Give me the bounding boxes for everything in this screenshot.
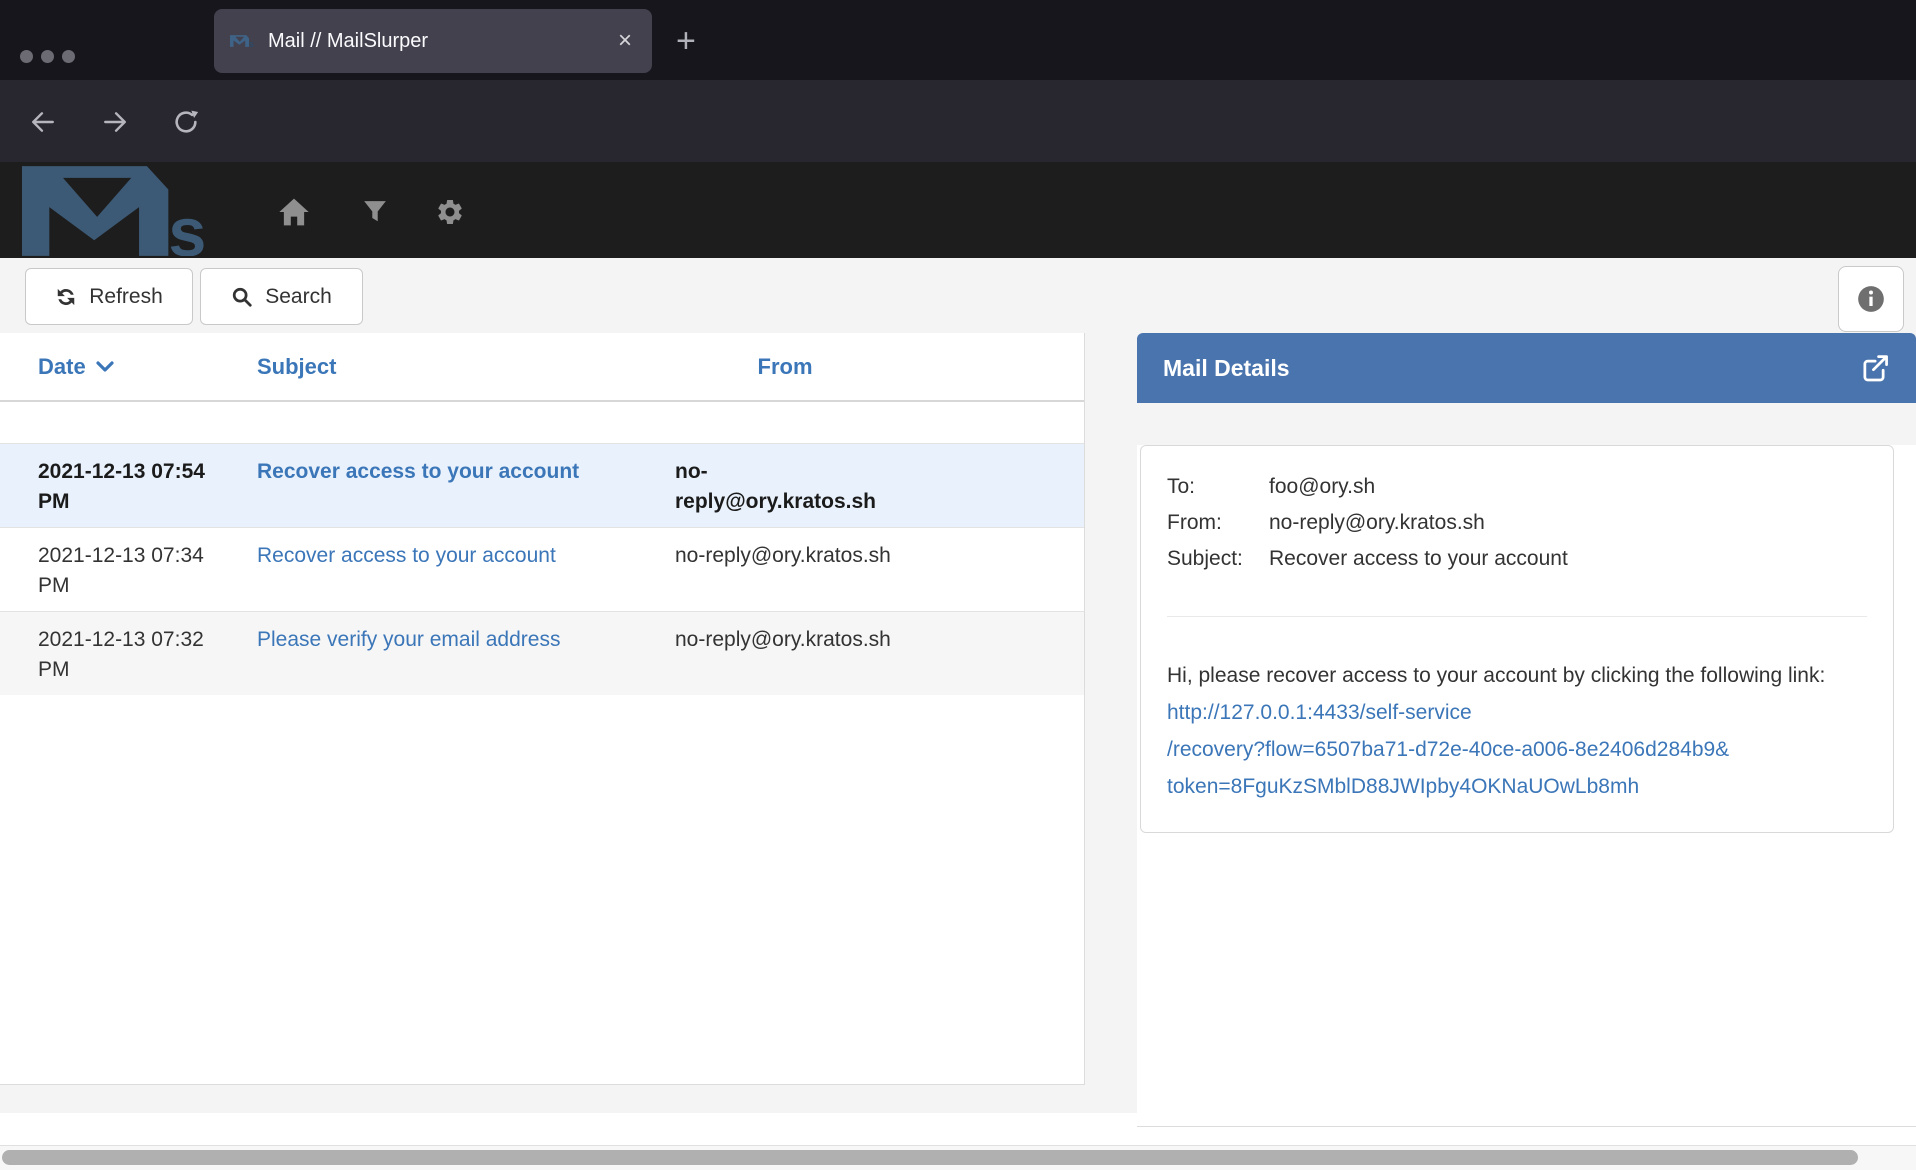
recovery-link-line: token=8FguKzSMblD88JWIpby4OKNaUOwLb8mh bbox=[1167, 775, 1639, 798]
column-header-subject[interactable]: Subject bbox=[257, 354, 675, 380]
mail-row-date: 2021-12-13 07:34 PM bbox=[0, 528, 257, 611]
back-icon[interactable] bbox=[25, 104, 61, 140]
mail-row-subject-link[interactable]: Recover access to your account bbox=[257, 528, 675, 611]
main-content: Date Subject From 2021-12-13 07:54 PM Re… bbox=[0, 333, 1916, 1113]
column-header-date-label: Date bbox=[38, 354, 86, 380]
search-button-label: Search bbox=[265, 285, 332, 309]
card-divider bbox=[1167, 616, 1867, 617]
recovery-link[interactable]: http://127.0.0.1:4433/self-service/recov… bbox=[1167, 701, 1729, 798]
mail-row-subject-link[interactable]: Please verify your email address bbox=[257, 612, 675, 695]
mail-row-subject-link[interactable]: Recover access to your account bbox=[257, 444, 675, 527]
tab-favicon-icon: s bbox=[230, 31, 256, 51]
window-dot-icon bbox=[62, 50, 75, 63]
mail-row[interactable]: 2021-12-13 07:32 PM Please verify your e… bbox=[0, 611, 1084, 695]
mail-details-panel: Mail Details To: foo@ory.sh From: no-rep… bbox=[1137, 333, 1916, 1085]
mail-row[interactable]: 2021-12-13 07:54 PM Recover access to yo… bbox=[0, 443, 1084, 527]
browser-nav-toolbar: 127.0.0.1:4436/# 90% ☆ » bbox=[0, 80, 1916, 162]
filter-icon[interactable] bbox=[355, 194, 395, 230]
mail-row-date: 2021-12-13 07:32 PM bbox=[0, 612, 257, 695]
meta-from-row: From: no-reply@ory.kratos.sh bbox=[1167, 505, 1867, 541]
mail-row-from: no-reply@ory.kratos.sh bbox=[675, 528, 895, 611]
info-icon bbox=[1857, 285, 1885, 313]
window-dot-icon bbox=[41, 50, 54, 63]
action-toolbar: Refresh Search bbox=[0, 258, 1916, 333]
meta-to-label: To: bbox=[1167, 469, 1269, 505]
mail-row-date: 2021-12-13 07:54 PM bbox=[0, 444, 257, 527]
svg-text:s: s bbox=[168, 195, 206, 256]
meta-to-value: foo@ory.sh bbox=[1269, 469, 1375, 505]
mail-details-card: To: foo@ory.sh From: no-reply@ory.kratos… bbox=[1140, 445, 1894, 833]
sort-desc-icon bbox=[96, 360, 114, 373]
home-icon[interactable] bbox=[274, 194, 314, 230]
mail-details-header: Mail Details bbox=[1137, 333, 1916, 403]
mail-list-header: Date Subject From bbox=[0, 333, 1084, 402]
reload-icon[interactable] bbox=[168, 104, 204, 140]
mail-details-title: Mail Details bbox=[1163, 355, 1858, 382]
browser-tab-bar: s Mail // MailSlurper × + bbox=[0, 0, 1916, 80]
meta-subject-value: Recover access to your account bbox=[1269, 541, 1568, 577]
info-button[interactable] bbox=[1838, 266, 1904, 332]
horizontal-scrollbar-track[interactable] bbox=[0, 1145, 1916, 1170]
screen: s Mail // MailSlurper × + 127.0.0.1:4436… bbox=[0, 0, 1916, 1170]
horizontal-scrollbar-thumb[interactable] bbox=[2, 1150, 1858, 1165]
meta-from-label: From: bbox=[1167, 505, 1269, 541]
settings-icon[interactable] bbox=[430, 194, 470, 230]
new-tab-button[interactable]: + bbox=[676, 22, 696, 61]
mail-details-body: To: foo@ory.sh From: no-reply@ory.kratos… bbox=[1137, 445, 1916, 1127]
meta-to-row: To: foo@ory.sh bbox=[1167, 469, 1867, 505]
mailslurper-logo[interactable]: s bbox=[22, 166, 222, 256]
svg-text:s: s bbox=[249, 39, 254, 49]
mailslurper-navbar: s bbox=[0, 162, 1916, 258]
mail-body-text: Hi, please recover access to your accoun… bbox=[1167, 657, 1867, 805]
column-header-date[interactable]: Date bbox=[0, 354, 257, 380]
mail-row[interactable]: 2021-12-13 07:34 PM Recover access to yo… bbox=[0, 527, 1084, 611]
recovery-link-line: /recovery?flow=6507ba71-d72e-40ce-a006-8… bbox=[1167, 738, 1729, 761]
mail-list-panel: Date Subject From 2021-12-13 07:54 PM Re… bbox=[0, 333, 1085, 1085]
column-header-from[interactable]: From bbox=[675, 354, 895, 380]
external-link-icon[interactable] bbox=[1858, 352, 1890, 384]
refresh-button[interactable]: Refresh bbox=[25, 268, 193, 325]
mail-body-prefix: Hi, please recover access to your accoun… bbox=[1167, 664, 1825, 687]
meta-subject-row: Subject: Recover access to your account bbox=[1167, 541, 1867, 577]
mail-row-from: no-reply@ory.kratos.sh bbox=[675, 444, 895, 527]
refresh-icon bbox=[55, 286, 77, 308]
search-icon bbox=[231, 286, 253, 308]
recovery-link-line: http://127.0.0.1:4433/self-service bbox=[1167, 701, 1472, 724]
tab-close-icon[interactable]: × bbox=[614, 29, 636, 53]
browser-tab[interactable]: s Mail // MailSlurper × bbox=[214, 9, 652, 73]
meta-from-value: no-reply@ory.kratos.sh bbox=[1269, 505, 1485, 541]
forward-icon[interactable] bbox=[97, 104, 133, 140]
window-controls[interactable] bbox=[20, 50, 75, 63]
mail-row-from: no-reply@ory.kratos.sh bbox=[675, 612, 895, 695]
list-spacer bbox=[0, 402, 1084, 443]
window-dot-icon bbox=[20, 50, 33, 63]
tab-title: Mail // MailSlurper bbox=[268, 30, 614, 53]
search-button[interactable]: Search bbox=[200, 268, 363, 325]
meta-subject-label: Subject: bbox=[1167, 541, 1269, 577]
refresh-button-label: Refresh bbox=[89, 285, 163, 309]
